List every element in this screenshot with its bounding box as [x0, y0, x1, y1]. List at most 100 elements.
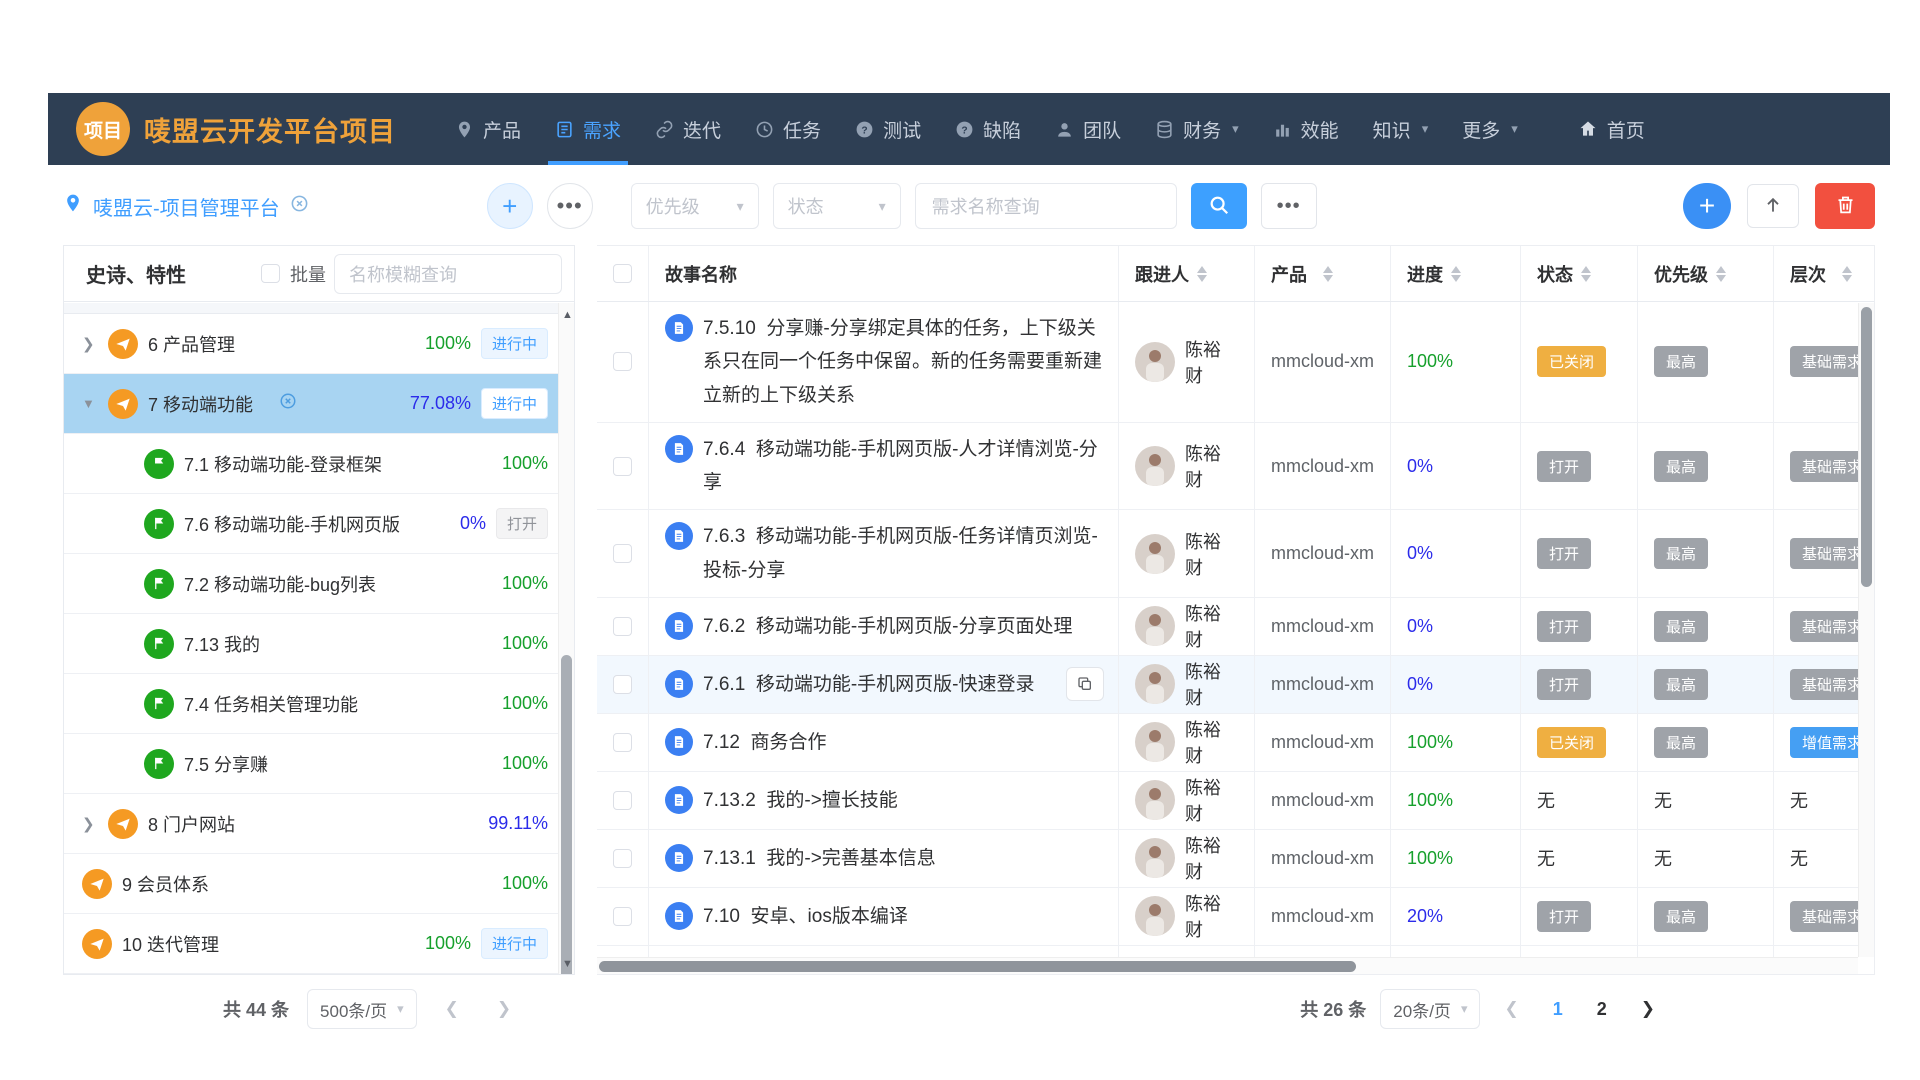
- nav-item-product[interactable]: 产品: [438, 93, 538, 165]
- follower-name: 陈裕财: [1185, 716, 1238, 768]
- row-checkbox[interactable]: [613, 791, 632, 810]
- row-checkbox[interactable]: [613, 849, 632, 868]
- nav-item-iteration[interactable]: 迭代: [638, 93, 738, 165]
- delete-button[interactable]: [1815, 183, 1875, 229]
- project-selector[interactable]: 唛盟云-项目管理平台: [63, 192, 309, 221]
- row-checkbox[interactable]: [613, 457, 632, 476]
- nav-item-team[interactable]: 团队: [1038, 93, 1138, 165]
- tree-item-9[interactable]: 9 会员体系 100%: [64, 854, 558, 914]
- tree-search-placeholder: 名称模糊查询: [349, 261, 457, 287]
- page-number-1[interactable]: 1: [1543, 999, 1573, 1020]
- search-button[interactable]: [1191, 183, 1247, 229]
- page-number-2[interactable]: 2: [1587, 999, 1617, 1020]
- next-page-button[interactable]: ❯: [1631, 999, 1665, 1019]
- story-name[interactable]: 7.6.2 移动端功能-手机网页版-分享页面处理: [703, 610, 1072, 643]
- create-requirement-button[interactable]: +: [1683, 183, 1731, 229]
- status-filter[interactable]: 状态 ▾: [773, 183, 901, 229]
- nav-item-knowledge[interactable]: 知识 ▾: [1356, 93, 1446, 165]
- table-horizontal-scrollbar[interactable]: [597, 957, 1858, 974]
- more-filters-button[interactable]: •••: [1261, 183, 1317, 229]
- nav-item-requirements[interactable]: 需求: [538, 93, 638, 165]
- follower-name: 陈裕财: [1185, 774, 1238, 826]
- table-vertical-scrollbar[interactable]: [1858, 303, 1874, 957]
- row-checkbox[interactable]: [613, 907, 632, 926]
- nav-item-defect[interactable]: ? 缺陷: [938, 93, 1038, 165]
- chevron-right-icon[interactable]: ❯: [82, 815, 108, 833]
- close-circle-icon[interactable]: [279, 392, 297, 415]
- nav-item-test[interactable]: ? 测试: [838, 93, 938, 165]
- row-checkbox[interactable]: [613, 544, 632, 563]
- tree-search-input[interactable]: 名称模糊查询: [334, 254, 562, 294]
- tree-page-size-select[interactable]: 500条/页 ▾: [307, 989, 417, 1029]
- tree-item-10[interactable]: 10 迭代管理 100%进行中: [64, 914, 558, 974]
- copy-button[interactable]: [1066, 667, 1104, 701]
- status-pill: 打开: [1537, 901, 1591, 932]
- product-name: mmcloud-xm: [1271, 351, 1374, 372]
- story-name[interactable]: 7.5.10 分享赚-分享绑定具体的任务，上下级关系只在同一个任务中保留。新的任…: [703, 312, 1102, 412]
- story-name[interactable]: 7.10 安卓、ios版本编译: [703, 900, 908, 933]
- story-name[interactable]: 7.6.4 移动端功能-手机网页版-人才详情浏览-分享: [703, 433, 1102, 500]
- table-row[interactable]: 7.13.2 我的->擅长技能 陈裕财 mmcloud-xm 100% 无 无 …: [597, 772, 1874, 830]
- sort-icon[interactable]: [1197, 266, 1207, 282]
- sort-icon[interactable]: [1451, 266, 1461, 282]
- batch-checkbox[interactable]: [261, 264, 280, 283]
- row-checkbox[interactable]: [613, 733, 632, 752]
- tree-item-8[interactable]: ❯ 8 门户网站 99.11%: [64, 794, 558, 854]
- story-name[interactable]: 7.12 商务合作: [703, 726, 827, 759]
- tree-item-7-selected[interactable]: ▼ 7 移动端功能 77.08%进行中: [64, 374, 558, 434]
- tree-scrollbar[interactable]: ▲ ▼: [558, 303, 574, 974]
- chevron-down-icon[interactable]: ▼: [82, 396, 108, 411]
- requirement-search-input[interactable]: 需求名称查询: [915, 183, 1177, 229]
- upload-button[interactable]: [1747, 184, 1799, 228]
- sort-icon[interactable]: [1842, 266, 1852, 282]
- table-row[interactable]: 7.6.2 移动端功能-手机网页版-分享页面处理 陈裕财 mmcloud-xm …: [597, 598, 1874, 656]
- scrollbar-thumb[interactable]: [1861, 307, 1872, 587]
- select-all-checkbox[interactable]: [613, 264, 632, 283]
- table-row[interactable]: 7.12 商务合作 陈裕财 mmcloud-xm 100% 已关闭 最高 增值需…: [597, 714, 1874, 772]
- more-options-button[interactable]: •••: [547, 183, 593, 229]
- progress-value: 0%: [1407, 616, 1433, 637]
- table-row[interactable]: 7.6.4 移动端功能-手机网页版-人才详情浏览-分享 陈裕财 mmcloud-…: [597, 423, 1874, 511]
- scroll-up-icon[interactable]: ▲: [562, 309, 573, 321]
- table-row[interactable]: 7.13.1 我的->完善基本信息 陈裕财 mmcloud-xm 100% 无 …: [597, 830, 1874, 888]
- scrollbar-thumb[interactable]: [599, 961, 1356, 972]
- sort-icon[interactable]: [1716, 266, 1726, 282]
- story-name[interactable]: 7.13.1 我的->完善基本信息: [703, 842, 936, 875]
- tree-item-7-6[interactable]: 7.6 移动端功能-手机网页版 0%打开: [64, 494, 558, 554]
- nav-item-performance[interactable]: 效能: [1256, 93, 1356, 165]
- chevron-right-icon[interactable]: ❯: [82, 335, 108, 353]
- tree-item-7-5[interactable]: 7.5 分享赚 100%: [64, 734, 558, 794]
- row-checkbox[interactable]: [613, 675, 632, 694]
- story-doc-icon: [665, 786, 693, 814]
- sort-icon[interactable]: [1323, 266, 1333, 282]
- story-name[interactable]: 7.13.2 我的->擅长技能: [703, 784, 898, 817]
- nav-item-home[interactable]: 首页: [1561, 93, 1662, 165]
- priority-filter[interactable]: 优先级 ▾: [631, 183, 759, 229]
- next-page-button[interactable]: ❯: [487, 999, 521, 1019]
- progress-value: 20%: [1407, 906, 1443, 927]
- row-checkbox[interactable]: [613, 617, 632, 636]
- close-circle-icon[interactable]: [290, 194, 309, 219]
- tree-item-7-13[interactable]: 7.13 我的 100%: [64, 614, 558, 674]
- scrollbar-thumb[interactable]: [561, 655, 572, 975]
- nav-item-more[interactable]: 更多 ▾: [1445, 93, 1535, 165]
- tree-item-7-4[interactable]: 7.4 任务相关管理功能 100%: [64, 674, 558, 734]
- story-name[interactable]: 7.6.1 移动端功能-手机网页版-快速登录: [703, 668, 1034, 701]
- table-row[interactable]: 7.6.3 移动端功能-手机网页版-任务详情页浏览-投标-分享 陈裕财 mmcl…: [597, 510, 1874, 598]
- tree-item-6[interactable]: ❯ 6 产品管理 100%进行中: [64, 314, 558, 374]
- table-row-hover[interactable]: 7.6.1 移动端功能-手机网页版-快速登录 陈裕财 mmcloud-xm 0%…: [597, 656, 1874, 714]
- prev-page-button[interactable]: ❮: [1494, 999, 1528, 1019]
- nav-item-finance[interactable]: 财务 ▾: [1138, 93, 1256, 165]
- table-row[interactable]: 7.10 安卓、ios版本编译 陈裕财 mmcloud-xm 20% 打开 最高…: [597, 888, 1874, 946]
- prev-page-button[interactable]: ❮: [435, 999, 469, 1019]
- story-name[interactable]: 7.6.3 移动端功能-手机网页版-任务详情页浏览-投标-分享: [703, 520, 1102, 587]
- row-checkbox[interactable]: [613, 352, 632, 371]
- tree-item-7-2[interactable]: 7.2 移动端功能-bug列表 100%: [64, 554, 558, 614]
- table-row[interactable]: 7.5.10 分享赚-分享绑定具体的任务，上下级关系只在同一个任务中保留。新的任…: [597, 302, 1874, 423]
- add-button[interactable]: +: [487, 183, 533, 229]
- tree-item-7-1[interactable]: 7.1 移动端功能-登录框架 100%: [64, 434, 558, 494]
- table-page-size-select[interactable]: 20条/页 ▾: [1380, 989, 1480, 1029]
- sort-icon[interactable]: [1581, 266, 1591, 282]
- nav-item-task[interactable]: 任务: [738, 93, 838, 165]
- scroll-down-icon[interactable]: ▼: [562, 958, 573, 970]
